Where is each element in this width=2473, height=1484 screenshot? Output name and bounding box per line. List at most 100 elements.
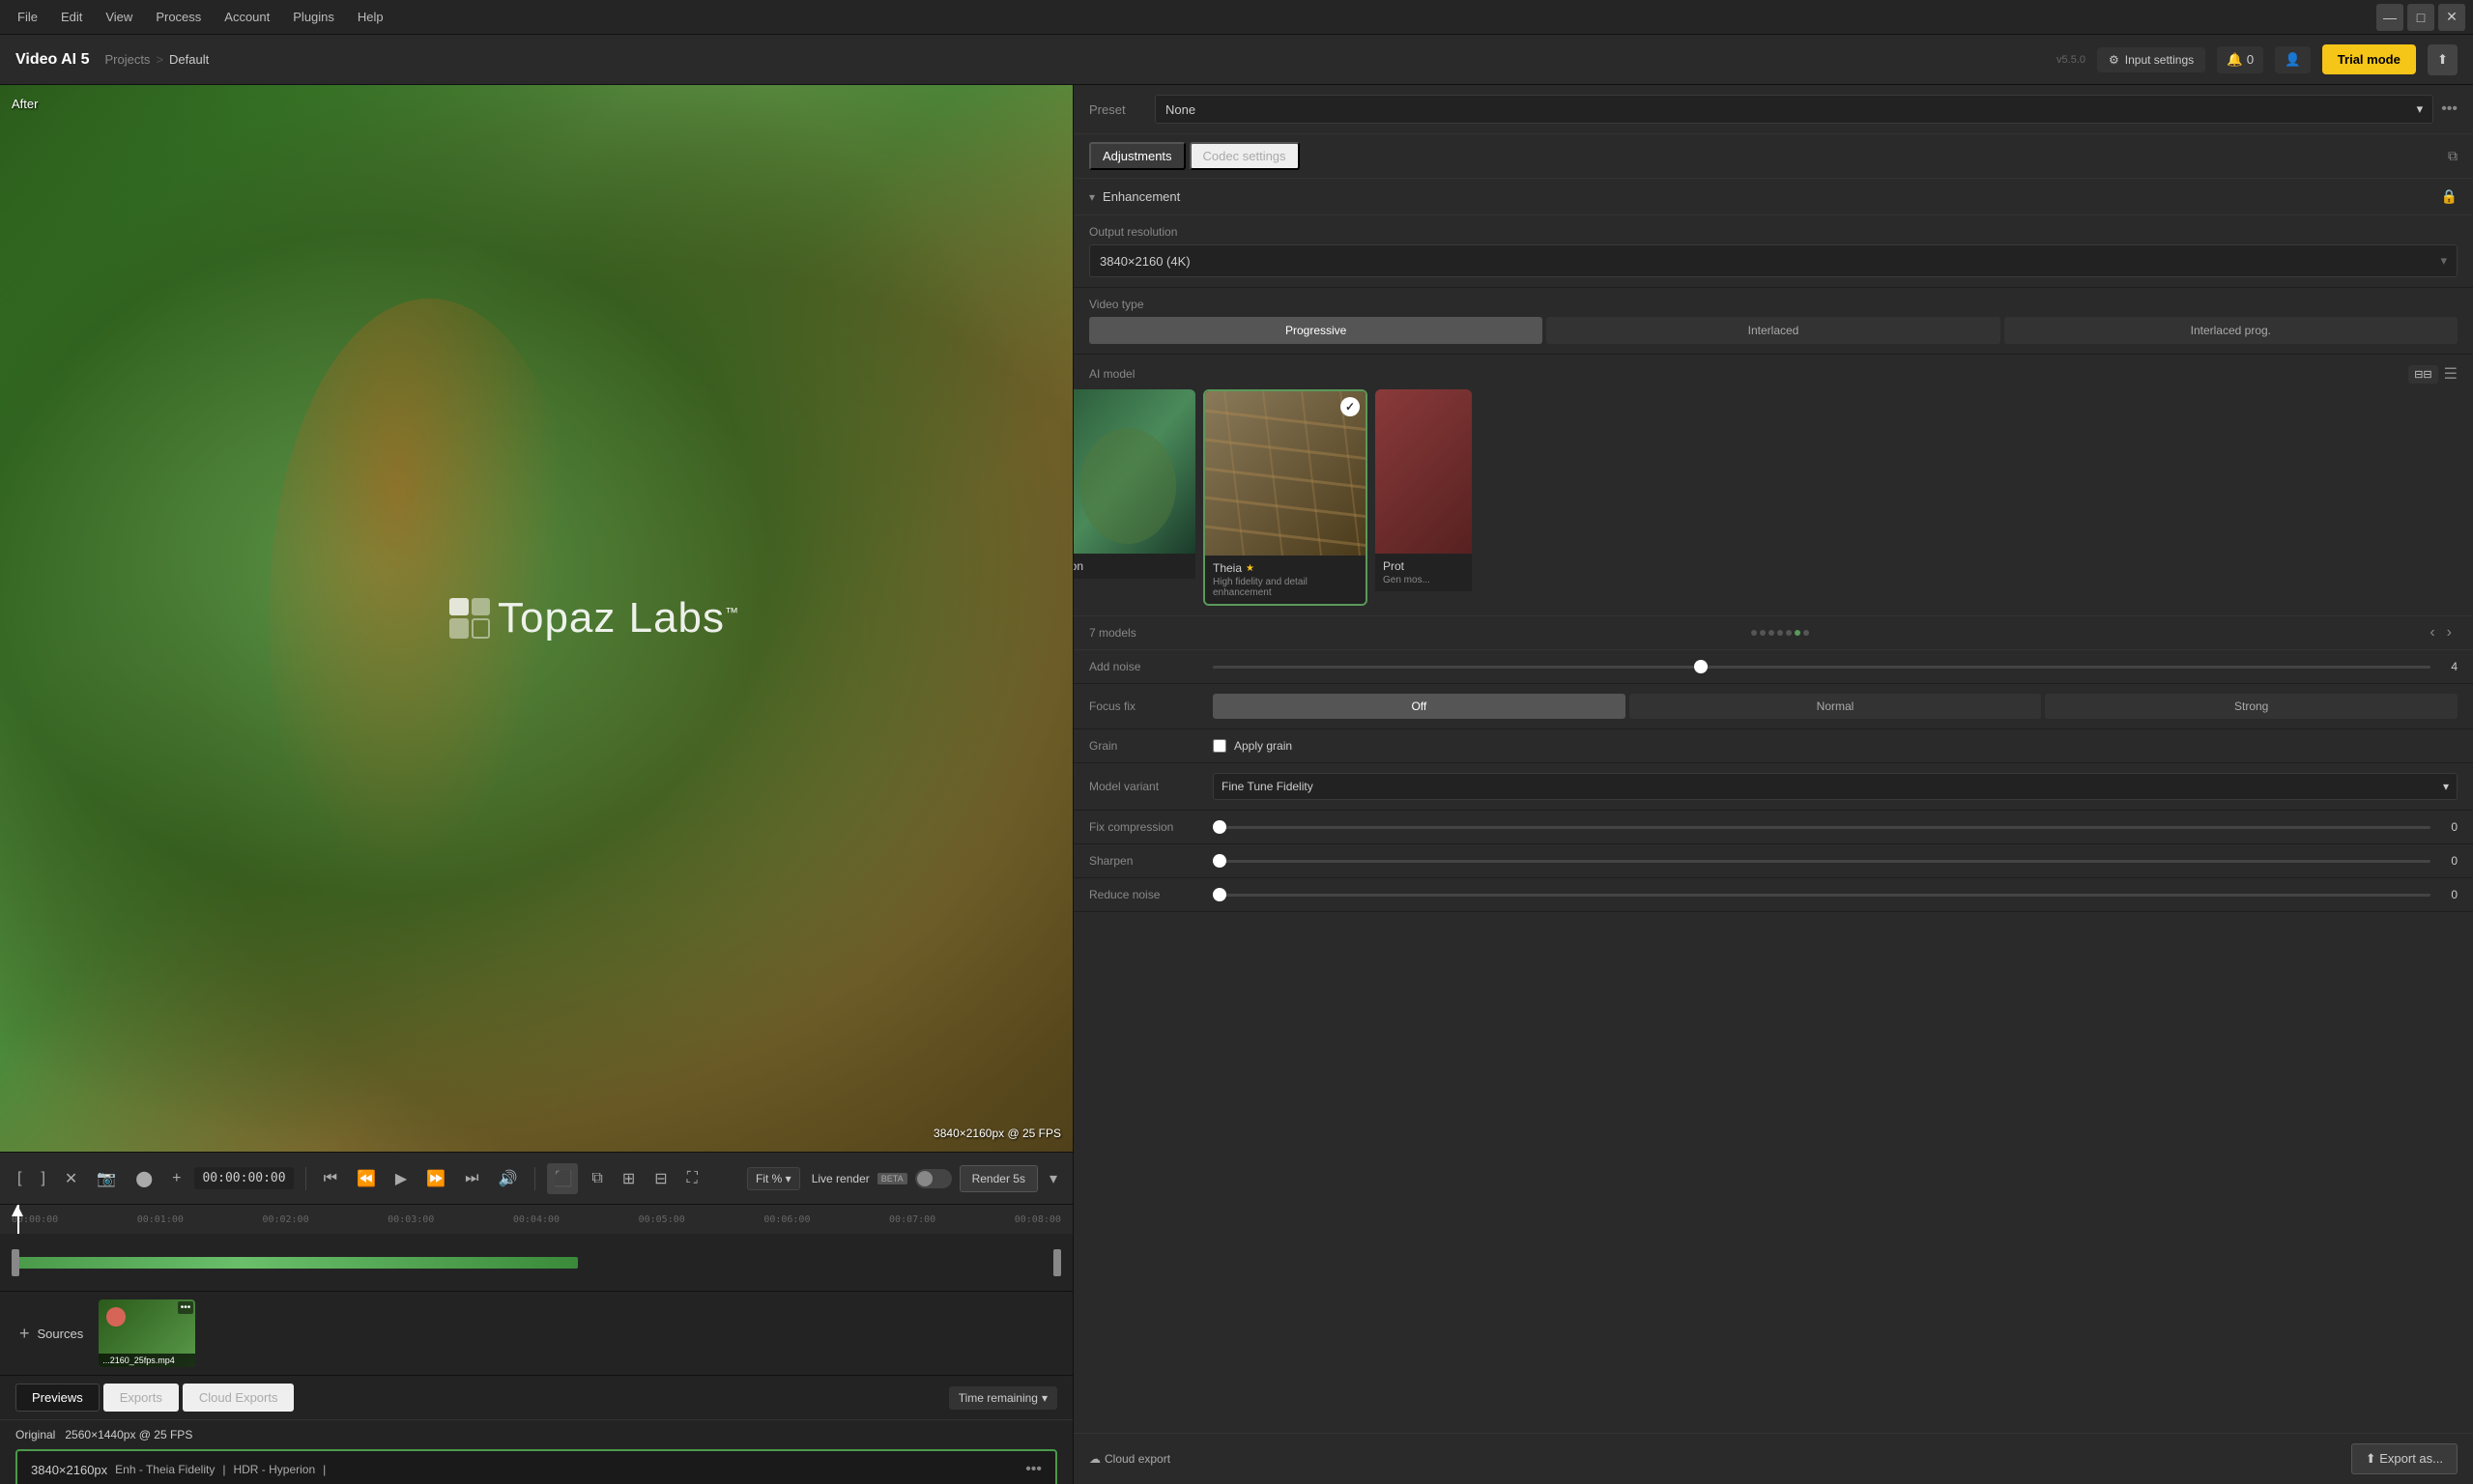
volume-button[interactable]: 🔊 <box>493 1163 524 1194</box>
maximize-button[interactable]: □ <box>2407 4 2434 31</box>
trial-mode-button[interactable]: Trial mode <box>2322 44 2416 74</box>
live-render-toggle[interactable] <box>915 1169 952 1188</box>
focus-fix-normal[interactable]: Normal <box>1629 694 2042 719</box>
remove-button[interactable]: ✕ <box>59 1163 83 1194</box>
output-resolution-select[interactable]: 3840×2160 (4K) ▾ <box>1089 244 2458 277</box>
add-noise-slider[interactable] <box>1213 666 2430 669</box>
models-next-button[interactable]: › <box>2441 622 2458 643</box>
timecode-display[interactable]: 00:00:00:00 <box>194 1167 293 1189</box>
separator <box>305 1167 306 1190</box>
live-render-label: Live render <box>812 1172 870 1185</box>
controls-expand-button[interactable]: ▾ <box>1046 1165 1061 1192</box>
skip-end-button[interactable]: ⏭ <box>459 1164 484 1193</box>
video-type-row: Video type Progressive Interlaced Interl… <box>1074 288 2473 355</box>
model-card-prot[interactable]: Prot Gen mos... <box>1375 389 1472 606</box>
cloud-export-button[interactable]: ☁ Cloud export <box>1089 1452 1170 1466</box>
menubar-plugins[interactable]: Plugins <box>283 6 344 28</box>
titlebar: Video AI 5 Projects > Default v5.5.0 ⚙ I… <box>0 35 2473 85</box>
compare-h-button[interactable]: ⊟ <box>648 1163 673 1194</box>
source-options-button[interactable]: ••• <box>178 1301 194 1314</box>
models-prev-button[interactable]: ‹ <box>2424 622 2440 643</box>
minimize-button[interactable]: — <box>2376 4 2403 31</box>
source-thumbnail[interactable]: ...2160_25fps.mp4 ••• <box>99 1299 195 1367</box>
mark-out-button[interactable]: ] <box>35 1164 50 1193</box>
export-as-button[interactable]: ⬆ Export as... <box>2351 1443 2458 1474</box>
close-button[interactable]: ✕ <box>2438 4 2465 31</box>
mark-in-button[interactable]: [ <box>12 1164 27 1193</box>
video-preview[interactable]: Topaz Labs™ After 3840×2160px @ 25 FPS <box>0 85 1073 1152</box>
model-variant-label: Model variant <box>1089 780 1205 793</box>
focus-fix-strong[interactable]: Strong <box>2045 694 2458 719</box>
fullscreen-button[interactable]: ⛶ <box>681 1164 704 1193</box>
tab-codec-settings[interactable]: Codec settings <box>1190 142 1300 170</box>
crop-button[interactable]: ⬛ <box>547 1163 578 1194</box>
model-dot-1[interactable] <box>1751 630 1757 636</box>
preset-row: Preset None ▾ ••• <box>1074 85 2473 134</box>
reduce-noise-slider[interactable] <box>1213 894 2430 897</box>
copy-settings-button[interactable]: ⧉ <box>2448 148 2458 164</box>
lock-icon: 🔒 <box>2441 188 2458 205</box>
preset-more-button[interactable]: ••• <box>2441 100 2458 118</box>
menubar-edit[interactable]: Edit <box>51 6 92 28</box>
chevron-down-icon: ▾ <box>1089 190 1095 204</box>
fit-select[interactable]: Fit % ▾ <box>747 1167 800 1190</box>
model-card-ion[interactable]: ion <box>1074 389 1195 606</box>
add-button[interactable]: + <box>166 1164 187 1193</box>
tab-exports[interactable]: Exports <box>103 1384 179 1412</box>
video-type-interlaced[interactable]: Interlaced <box>1546 317 1999 344</box>
compare-button[interactable]: ⊞ <box>617 1163 641 1194</box>
user-profile-button[interactable]: 👤 <box>2275 46 2311 73</box>
export-top-button[interactable]: ⬆ <box>2428 44 2458 75</box>
model-dot-6[interactable] <box>1795 630 1800 636</box>
fix-compression-slider[interactable] <box>1213 826 2430 829</box>
video-type-progressive[interactable]: Progressive <box>1089 317 1542 344</box>
apply-grain-checkbox[interactable] <box>1213 739 1226 753</box>
model-dot-5[interactable] <box>1786 630 1792 636</box>
model-dot-7[interactable] <box>1803 630 1809 636</box>
model-variant-select[interactable]: Fine Tune Fidelity ▾ <box>1213 773 2458 800</box>
split-button[interactable]: ⧉ <box>586 1164 608 1193</box>
tab-cloud-exports[interactable]: Cloud Exports <box>183 1384 295 1412</box>
add-source-button[interactable]: + <box>15 1320 34 1348</box>
render-button[interactable]: Render 5s <box>960 1165 1038 1192</box>
preset-select[interactable]: None ▾ <box>1155 95 2433 124</box>
focus-fix-buttons: Off Normal Strong <box>1213 694 2458 719</box>
preview-item[interactable]: 3840×2160px Enh - Theia Fidelity | HDR -… <box>15 1449 1057 1484</box>
model-dot-4[interactable] <box>1777 630 1783 636</box>
preview-more-button[interactable]: ••• <box>1025 1461 1042 1478</box>
timeline-ruler[interactable]: 00:00:00 00:01:00 00:02:00 00:03:00 00:0… <box>0 1205 1073 1234</box>
video-type-interlaced-prog[interactable]: Interlaced prog. <box>2004 317 2458 344</box>
time-remaining-button[interactable]: Time remaining ▾ <box>949 1386 1057 1410</box>
timeline-range-end[interactable] <box>1053 1249 1061 1276</box>
timeline-track[interactable] <box>0 1234 1073 1292</box>
timeline-range-start[interactable] <box>12 1249 19 1276</box>
play-button[interactable]: ▶ <box>389 1163 413 1194</box>
sharpen-slider[interactable] <box>1213 860 2430 863</box>
model-card-theia[interactable]: ✓ Theia ★ High fidelity and detail enhan… <box>1203 389 1367 606</box>
enhancement-label: Enhancement <box>1103 189 1180 204</box>
enhancement-section-header[interactable]: ▾ Enhancement 🔒 <box>1074 179 2473 215</box>
notifications-button[interactable]: 🔔 0 <box>2217 46 2263 73</box>
snapshot-button[interactable]: 📷 <box>91 1163 122 1194</box>
play-head-button[interactable]: ⬤ <box>129 1163 158 1194</box>
ai-model-view-button[interactable]: ⊟⊟ <box>2408 365 2437 384</box>
timeline-clip[interactable] <box>17 1257 578 1269</box>
input-settings-button[interactable]: ⚙ Input settings <box>2097 47 2205 72</box>
reduce-noise-row: Reduce noise 0 <box>1074 878 2473 912</box>
model-dot-3[interactable] <box>1768 630 1774 636</box>
menubar-file[interactable]: File <box>8 6 47 28</box>
menubar-process[interactable]: Process <box>146 6 211 28</box>
tab-adjustments[interactable]: Adjustments <box>1089 142 1186 170</box>
step-forward-button[interactable]: ⏩ <box>420 1163 451 1194</box>
models-count: 7 models <box>1089 626 1136 640</box>
menubar-help[interactable]: Help <box>348 6 393 28</box>
ai-model-more-button[interactable]: ☰ <box>2444 364 2458 384</box>
menubar-view[interactable]: View <box>96 6 142 28</box>
skip-start-button[interactable]: ⏮ <box>318 1164 343 1193</box>
focus-fix-off[interactable]: Off <box>1213 694 1625 719</box>
breadcrumb-projects[interactable]: Projects <box>104 52 150 67</box>
menubar-account[interactable]: Account <box>215 6 279 28</box>
model-dot-2[interactable] <box>1760 630 1766 636</box>
step-back-button[interactable]: ⏪ <box>351 1163 382 1194</box>
tab-previews[interactable]: Previews <box>15 1384 100 1412</box>
